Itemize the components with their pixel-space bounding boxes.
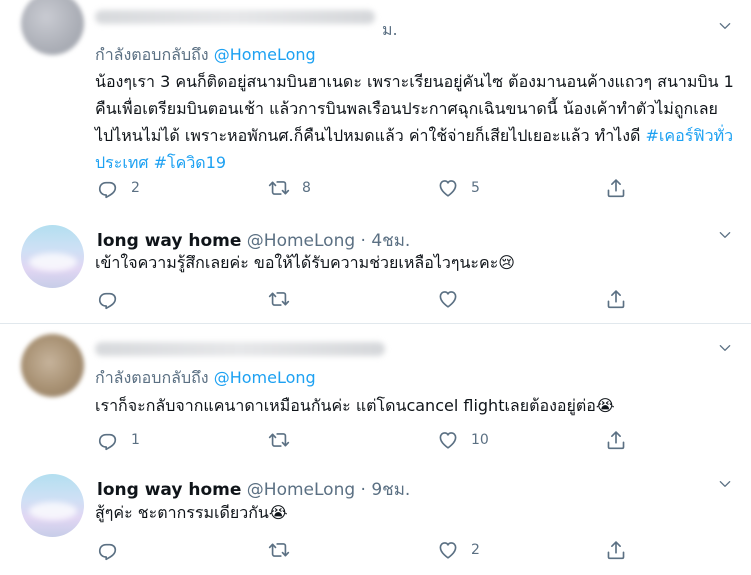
avatar[interactable] bbox=[21, 334, 84, 397]
tweet-text: เข้าใจความรู้สึกเลยค่ะ ขอให้ได้รับความช่… bbox=[95, 249, 735, 276]
share-icon bbox=[605, 288, 627, 310]
heart-icon bbox=[437, 288, 459, 310]
like-count: 5 bbox=[471, 180, 480, 196]
tweet-time: ม. bbox=[382, 20, 398, 39]
tweet-4[interactable]: long way home @HomeLong · 9ชม. สู้ๆค่ะ ช… bbox=[0, 464, 751, 575]
heart-icon bbox=[437, 177, 459, 199]
like-button[interactable]: 5 bbox=[437, 176, 480, 200]
tweet-text: น้องๆเรา 3 คนก็ติดอยู่สนามบินฮาเนดะ เพรา… bbox=[95, 68, 735, 176]
reply-button[interactable] bbox=[97, 538, 131, 562]
author-name[interactable]: long way home bbox=[97, 480, 241, 500]
replying-to: กำลังตอบกลับถึง @HomeLong bbox=[95, 366, 316, 391]
separator-dot: · bbox=[360, 231, 366, 251]
share-button[interactable] bbox=[605, 538, 627, 562]
tweet-time[interactable]: 4ชม. bbox=[371, 231, 410, 251]
separator-dot: · bbox=[360, 480, 366, 500]
blurred-author-name bbox=[95, 10, 375, 24]
like-button[interactable] bbox=[437, 287, 471, 311]
tweet-body: เข้าใจความรู้สึกเลยค่ะ ขอให้ได้รับความช่… bbox=[95, 253, 515, 272]
tweet-body: น้องๆเรา 3 คนก็ติดอยู่สนามบินฮาเนดะ เพรา… bbox=[95, 72, 734, 145]
mention-link[interactable]: @HomeLong bbox=[214, 368, 316, 387]
retweet-icon bbox=[268, 177, 290, 199]
heart-icon bbox=[437, 429, 459, 451]
reply-button[interactable]: 1 bbox=[97, 428, 140, 452]
tweet-time[interactable]: 9ชม. bbox=[371, 480, 410, 500]
tweet-3[interactable]: กำลังตอบกลับถึง @HomeLong เราก็จะกลับจาก… bbox=[0, 324, 751, 464]
reply-icon bbox=[97, 177, 119, 199]
tweet-text: สู้ๆค่ะ ชะตากรรมเดียวกัน😭 bbox=[95, 499, 735, 526]
tweet-1[interactable]: ม. กำลังตอบกลับถึง @HomeLong น้องๆเรา 3 … bbox=[0, 0, 751, 215]
hashtag-link[interactable]: #โควิด19 bbox=[154, 153, 226, 172]
retweet-icon bbox=[268, 288, 290, 310]
share-icon bbox=[605, 177, 627, 199]
chevron-down-icon[interactable] bbox=[717, 340, 733, 356]
like-count: 10 bbox=[471, 432, 489, 448]
share-button[interactable] bbox=[605, 287, 627, 311]
reply-button[interactable] bbox=[97, 287, 131, 311]
author-name[interactable]: long way home bbox=[97, 231, 241, 251]
action-bar: 2 bbox=[97, 538, 637, 562]
tweet-body: เราก็จะกลับจากแคนาดาเหมือนกันค่ะ แต่โดนc… bbox=[95, 396, 615, 415]
author-handle[interactable]: @HomeLong bbox=[247, 480, 355, 500]
reply-count: 1 bbox=[131, 432, 140, 448]
share-icon bbox=[605, 429, 627, 451]
replying-to: กำลังตอบกลับถึง @HomeLong bbox=[95, 43, 316, 68]
share-button[interactable] bbox=[605, 176, 627, 200]
avatar[interactable] bbox=[21, 0, 84, 55]
replying-prefix: กำลังตอบกลับถึง bbox=[95, 45, 209, 64]
retweet-button[interactable] bbox=[268, 287, 302, 311]
like-button[interactable]: 10 bbox=[437, 428, 489, 452]
heart-icon bbox=[437, 539, 459, 561]
chevron-down-icon[interactable] bbox=[717, 227, 733, 243]
reply-icon bbox=[97, 539, 119, 561]
tweet-text: เราก็จะกลับจากแคนาดาเหมือนกันค่ะ แต่โดนc… bbox=[95, 392, 735, 419]
retweet-button[interactable] bbox=[268, 428, 302, 452]
reply-icon bbox=[97, 429, 119, 451]
action-bar bbox=[97, 287, 637, 311]
retweet-button[interactable]: 8 bbox=[268, 176, 311, 200]
like-count: 2 bbox=[471, 542, 480, 558]
reply-count: 2 bbox=[131, 180, 140, 196]
tweet-2[interactable]: long way home @HomeLong · 4ชม. เข้าใจควา… bbox=[0, 215, 751, 323]
mention-link[interactable]: @HomeLong bbox=[214, 45, 316, 64]
chevron-down-icon[interactable] bbox=[717, 476, 733, 492]
retweet-icon bbox=[268, 539, 290, 561]
retweet-button[interactable] bbox=[268, 538, 302, 562]
chevron-down-icon[interactable] bbox=[717, 18, 733, 34]
replying-prefix: กำลังตอบกลับถึง bbox=[95, 368, 209, 387]
action-bar: 2 8 5 bbox=[97, 176, 637, 200]
tweet-body: สู้ๆค่ะ ชะตากรรมเดียวกัน😭 bbox=[95, 503, 288, 522]
share-icon bbox=[605, 539, 627, 561]
author-handle[interactable]: @HomeLong bbox=[247, 231, 355, 251]
avatar[interactable] bbox=[21, 474, 84, 537]
like-button[interactable]: 2 bbox=[437, 538, 480, 562]
share-button[interactable] bbox=[605, 428, 627, 452]
retweet-icon bbox=[268, 429, 290, 451]
reply-button[interactable]: 2 bbox=[97, 176, 140, 200]
avatar[interactable] bbox=[21, 225, 84, 288]
reply-icon bbox=[97, 288, 119, 310]
action-bar: 1 10 bbox=[97, 428, 637, 452]
blurred-author-name bbox=[95, 342, 385, 356]
retweet-count: 8 bbox=[302, 180, 311, 196]
